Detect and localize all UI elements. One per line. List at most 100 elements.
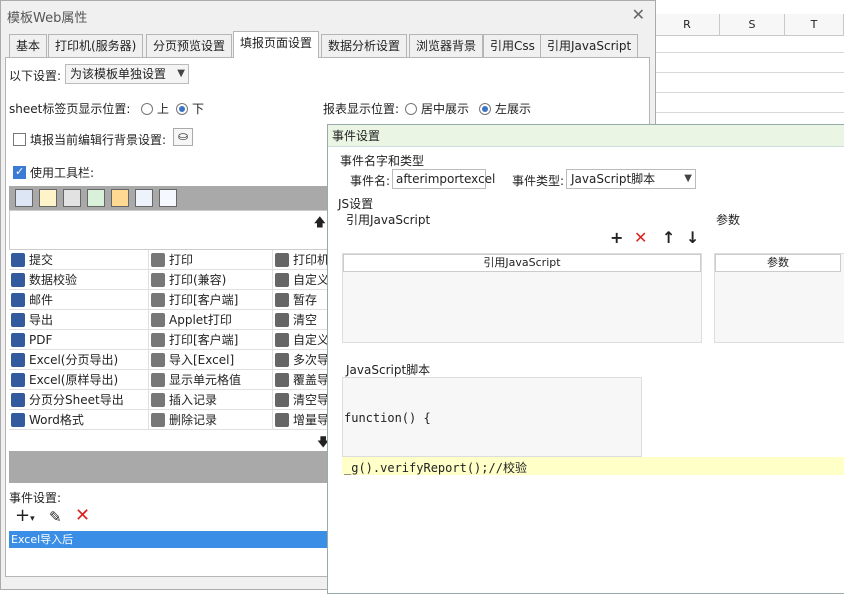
radio-icon bbox=[141, 103, 153, 115]
option-label: 分页分Sheet导出 bbox=[29, 393, 124, 407]
option-label: 自定义 bbox=[293, 333, 329, 347]
add-icon[interactable]: + bbox=[610, 228, 623, 247]
toolbar-option-cell[interactable]: 显示单元格值 bbox=[149, 370, 273, 390]
radio-label: 上 bbox=[157, 102, 170, 116]
radio-report-center[interactable]: 居中展示 bbox=[399, 100, 469, 117]
params-column-header[interactable]: 参数 bbox=[715, 254, 841, 272]
event-name-input[interactable]: afterimportexcel bbox=[392, 169, 495, 189]
option-label: 覆盖导 bbox=[293, 373, 329, 387]
toolbar-option-cell[interactable]: PDF bbox=[9, 330, 149, 350]
toolbar-option-cell[interactable]: Excel(分页导出) bbox=[9, 350, 149, 370]
save-icon[interactable] bbox=[15, 189, 33, 207]
pencil-icon[interactable] bbox=[39, 189, 57, 207]
toolbar-option-cell[interactable]: Excel(原样导出) bbox=[9, 370, 149, 390]
option-icon bbox=[151, 393, 165, 407]
toolbar-option-cell[interactable]: 打印[客户端] bbox=[149, 290, 273, 310]
toolbar-option-cell[interactable]: 增量导 bbox=[273, 410, 329, 430]
option-icon bbox=[275, 393, 289, 407]
fill-bg-checkbox[interactable]: 填报当前编辑行背景设置: bbox=[13, 131, 166, 148]
tab-fill-page-settings[interactable]: 填报页面设置 bbox=[233, 31, 320, 58]
tab-data-analysis[interactable]: 数据分析设置 bbox=[321, 34, 408, 57]
tab-printer-server[interactable]: 打印机(服务器) bbox=[48, 34, 144, 57]
toolbar-option-cell[interactable]: 提交 bbox=[9, 250, 149, 270]
use-toolbar-label: 使用工具栏: bbox=[30, 166, 95, 180]
window-icon[interactable] bbox=[159, 189, 177, 207]
option-icon bbox=[275, 353, 289, 367]
toolbar-option-cell[interactable]: 多次导 bbox=[273, 350, 329, 370]
toolbar-option-cell[interactable]: Word格式 bbox=[9, 410, 149, 430]
radio-icon bbox=[405, 103, 417, 115]
ref-js-table: 引用JavaScript bbox=[342, 253, 702, 343]
tab-browser-background[interactable]: 浏览器背景 bbox=[409, 34, 484, 57]
option-label: 暂存 bbox=[293, 293, 318, 307]
arrow-up-icon[interactable]: ↑ bbox=[662, 228, 675, 247]
radio-report-left[interactable]: 左展示 bbox=[473, 100, 531, 117]
option-icon bbox=[275, 273, 289, 287]
tab-basic[interactable]: 基本 bbox=[9, 34, 48, 57]
event-type-label: 事件类型: bbox=[512, 174, 565, 188]
delete-icon[interactable]: ✕ bbox=[634, 228, 647, 247]
arrow-up-icon[interactable]: 🡅 bbox=[314, 213, 326, 234]
option-icon bbox=[11, 253, 25, 267]
arrow-down-icon[interactable]: ↓ bbox=[686, 228, 699, 247]
toolbar-option-cell[interactable]: 暂存 bbox=[273, 290, 329, 310]
close-icon[interactable]: ✕ bbox=[632, 5, 645, 24]
add-icon[interactable]: +▾ bbox=[15, 505, 35, 526]
toolbar-option-cell[interactable]: 清空 bbox=[273, 310, 329, 330]
toolbar-option-cell[interactable]: 打印(兼容) bbox=[149, 270, 273, 290]
mail-icon[interactable] bbox=[111, 189, 129, 207]
option-label: Word格式 bbox=[29, 413, 84, 427]
tab-ref-css[interactable]: 引用Css bbox=[483, 34, 542, 57]
export-icon[interactable] bbox=[87, 189, 105, 207]
toolbar-option-cell[interactable]: 邮件 bbox=[9, 290, 149, 310]
toolbar-option-cell[interactable]: 打印 bbox=[149, 250, 273, 270]
tab-page-preview[interactable]: 分页预览设置 bbox=[146, 34, 233, 57]
ref-js-column-header[interactable]: 引用JavaScript bbox=[343, 254, 701, 272]
printer-icon[interactable] bbox=[63, 189, 81, 207]
option-icon bbox=[151, 293, 165, 307]
toolbar-option-cell[interactable]: 导出 bbox=[9, 310, 149, 330]
toolbar-option-cell[interactable]: 导入[Excel] bbox=[149, 350, 273, 370]
code-line-2[interactable]: _g().verifyReport();//校验 bbox=[344, 459, 527, 476]
option-label: 导入[Excel] bbox=[169, 353, 235, 367]
toolbar-option-cell[interactable]: 覆盖导 bbox=[273, 370, 329, 390]
settings-dropdown[interactable]: 为该模板单独设置 ▼ bbox=[65, 64, 189, 84]
toolbar-option-cell[interactable]: 清空导 bbox=[273, 390, 329, 410]
toolbar-option-cell[interactable]: 删除记录 bbox=[149, 410, 273, 430]
toolbar-option-cell[interactable]: 打印[客户端] bbox=[149, 330, 273, 350]
insert-icon[interactable] bbox=[135, 189, 153, 207]
use-toolbar-checkbox[interactable]: 使用工具栏: bbox=[13, 164, 94, 181]
toolbar-option-cell[interactable]: 数据校验 bbox=[9, 270, 149, 290]
radio-label: 居中展示 bbox=[421, 102, 470, 116]
toolbar-preview bbox=[9, 186, 329, 210]
radio-selected-icon bbox=[479, 103, 491, 115]
option-icon bbox=[151, 313, 165, 327]
radio-sheet-top[interactable]: 上 bbox=[135, 100, 169, 117]
toolbar-option-cell[interactable]: Applet打印 bbox=[149, 310, 273, 330]
toolbar-option-cell[interactable]: 分页分Sheet导出 bbox=[9, 390, 149, 410]
option-icon bbox=[151, 273, 165, 287]
option-label: 打印机 bbox=[293, 253, 329, 267]
toolbar-option-cell[interactable]: 自定义 bbox=[273, 330, 329, 350]
toolbar-option-cell[interactable]: 自定义 bbox=[273, 270, 329, 290]
column-header-r[interactable]: R bbox=[655, 14, 720, 36]
toolbar-option-cell[interactable]: 插入记录 bbox=[149, 390, 273, 410]
toolbar-option-cell[interactable]: 打印机 bbox=[273, 250, 329, 270]
option-icon bbox=[275, 333, 289, 347]
event-name-label: 事件名: bbox=[350, 174, 391, 188]
tab-ref-javascript[interactable]: 引用JavaScript bbox=[540, 34, 639, 57]
delete-icon[interactable]: ✕ bbox=[75, 505, 90, 526]
code-line-1[interactable]: function() { bbox=[344, 411, 431, 425]
event-list-item[interactable]: Excel导入后 bbox=[9, 531, 329, 548]
event-type-dropdown[interactable]: JavaScript脚本 ▼ bbox=[566, 169, 696, 189]
ref-js-label: 引用JavaScript bbox=[346, 213, 431, 227]
column-header-t[interactable]: T bbox=[785, 14, 844, 36]
radio-sheet-bottom[interactable]: 下 bbox=[170, 100, 204, 117]
paint-bucket-icon[interactable]: ⛀ bbox=[173, 128, 193, 146]
radio-selected-icon bbox=[176, 103, 188, 115]
option-label: 打印[客户端] bbox=[169, 293, 239, 307]
checkbox-icon bbox=[13, 133, 26, 146]
edit-icon[interactable]: ✎ bbox=[49, 508, 62, 526]
column-header-s[interactable]: S bbox=[720, 14, 785, 36]
option-icon bbox=[151, 373, 165, 387]
